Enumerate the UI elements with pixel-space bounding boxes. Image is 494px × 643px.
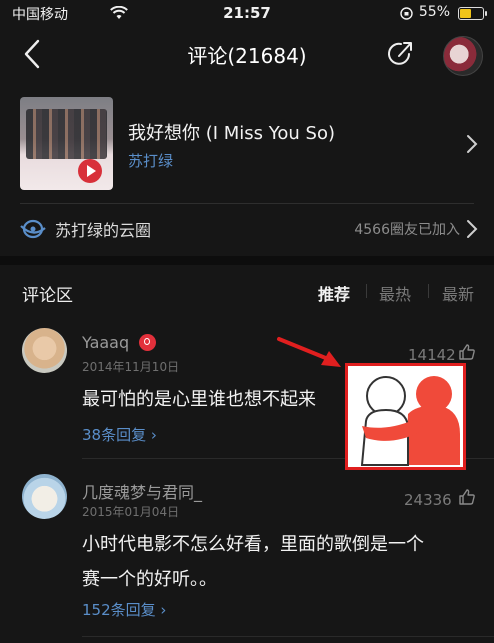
comment-text-line: 小时代电影不怎么好看，里面的歌倒是一个 xyxy=(82,534,424,555)
battery-icon xyxy=(458,7,487,20)
comment-date: 2014年11月10日 xyxy=(82,360,180,374)
annotation-arrow-icon xyxy=(277,337,341,367)
rotation-lock-icon xyxy=(400,7,413,20)
comment-date: 2015年01月04日 xyxy=(82,505,180,519)
share-icon[interactable] xyxy=(385,39,415,69)
battery-percent: 55% xyxy=(418,4,450,20)
user-avatar[interactable] xyxy=(443,36,483,76)
circle-member-count[interactable]: 4566圈友已加入 xyxy=(354,219,460,239)
like-count[interactable]: 14142 xyxy=(408,346,456,364)
replies-link[interactable]: 38条回复 › xyxy=(82,424,157,445)
chevron-right-icon: › xyxy=(146,426,157,444)
section-separator xyxy=(0,256,494,265)
divider xyxy=(82,636,494,637)
thumbs-up-icon[interactable] xyxy=(458,343,476,361)
cloud-circle-icon xyxy=(20,219,46,239)
play-icon[interactable] xyxy=(78,159,102,183)
album-cover[interactable] xyxy=(20,97,113,190)
comment-text-line: 赛一个的好听。。 xyxy=(82,569,217,590)
chevron-right-icon[interactable] xyxy=(466,219,478,239)
thumbs-up-icon[interactable] xyxy=(458,488,476,506)
commenter-avatar[interactable] xyxy=(22,328,67,373)
sort-hot-tab[interactable]: 最热 xyxy=(379,281,411,305)
commenter-name[interactable]: Yaaaq xyxy=(82,333,129,352)
hug-sticker-icon xyxy=(348,366,463,467)
status-bar: 中国移动 21:57 55% xyxy=(0,0,494,28)
page-title: 评论(21684) xyxy=(187,44,307,68)
sort-newest-tab[interactable]: 最新 xyxy=(442,281,474,305)
comments-section-label: 评论区 xyxy=(22,286,73,306)
music-badge-icon xyxy=(139,334,156,351)
tab-separator xyxy=(428,284,429,298)
song-title[interactable]: 我好想你 (I Miss You So) xyxy=(128,119,335,145)
circle-label[interactable]: 苏打绿的云圈 xyxy=(55,217,151,241)
tab-separator xyxy=(366,284,367,298)
commenter-name[interactable]: 几度魂梦与君同_ xyxy=(82,479,202,503)
replies-link[interactable]: 152条回复 › xyxy=(82,599,166,620)
sort-recommended-tab[interactable]: 推荐 xyxy=(318,281,350,305)
chevron-right-icon: › xyxy=(155,601,167,619)
commenter-avatar[interactable] xyxy=(22,474,67,519)
highlighted-sticker xyxy=(345,363,466,470)
comment-text: 最可怕的是心里谁也想不起来 xyxy=(82,389,316,410)
comment-text: 小时代电影不怎么好看，里面的歌倒是一个 赛一个的好听。。 xyxy=(82,527,424,597)
song-artist[interactable]: 苏打绿 xyxy=(128,150,173,171)
like-count[interactable]: 24336 xyxy=(404,491,452,509)
divider xyxy=(20,203,474,204)
chevron-right-icon[interactable] xyxy=(466,134,478,154)
